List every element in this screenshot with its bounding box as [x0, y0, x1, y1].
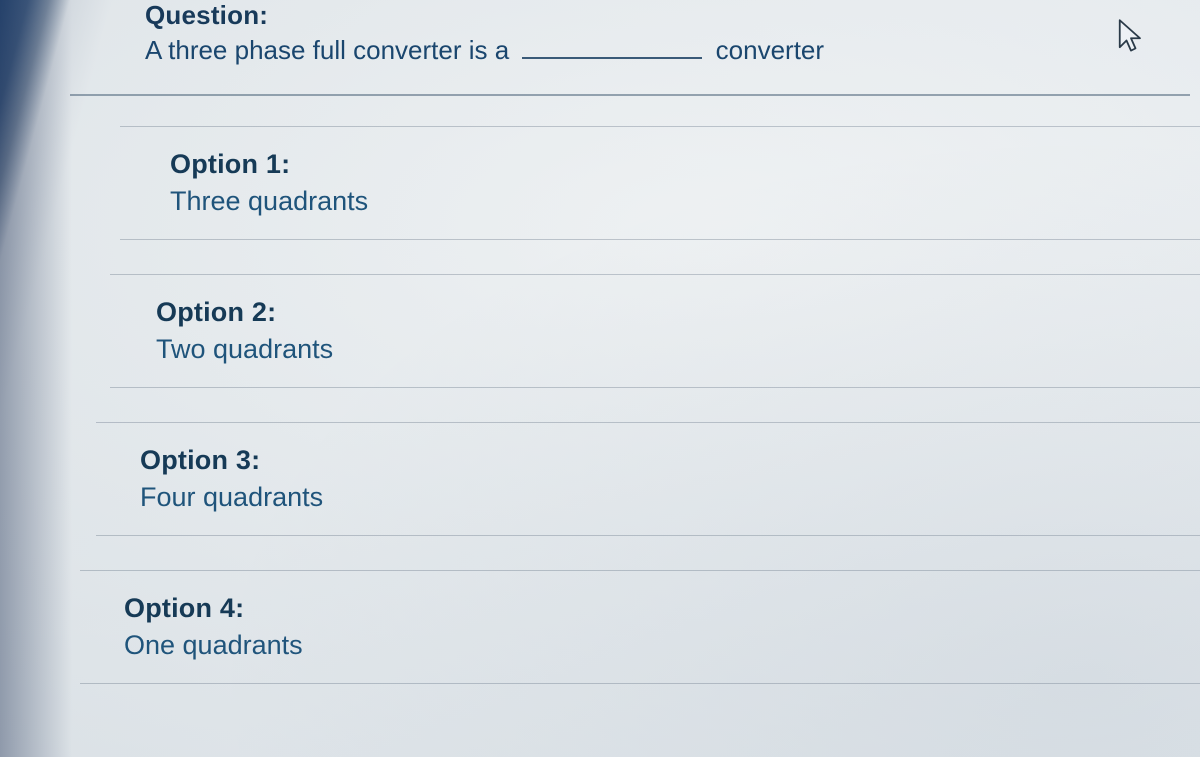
divider [70, 94, 1190, 96]
option-text: Four quadrants [140, 482, 1200, 513]
option-text: Three quadrants [170, 186, 1200, 217]
cursor-icon [1117, 18, 1145, 54]
option-3[interactable]: Option 3: Four quadrants [96, 422, 1200, 536]
option-text: One quadrants [124, 630, 1200, 661]
options-list: Option 1: Three quadrants Option 2: Two … [0, 126, 1200, 684]
option-2[interactable]: Option 2: Two quadrants [110, 274, 1200, 388]
option-label: Option 3: [140, 445, 1200, 476]
quiz-screen: Question: A three phase full converter i… [0, 0, 1200, 757]
question-text-before: A three phase full converter is a [145, 35, 516, 65]
option-label: Option 2: [156, 297, 1200, 328]
question-text-after: converter [716, 35, 824, 65]
option-text: Two quadrants [156, 334, 1200, 365]
option-4[interactable]: Option 4: One quadrants [80, 570, 1200, 684]
fill-blank [522, 54, 702, 59]
option-label: Option 1: [170, 149, 1200, 180]
question-label: Question: [145, 0, 1200, 31]
option-label: Option 4: [124, 593, 1200, 624]
question-text: A three phase full converter is a conver… [145, 35, 1200, 94]
question-block: Question: A three phase full converter i… [0, 0, 1200, 94]
option-1[interactable]: Option 1: Three quadrants [120, 126, 1200, 240]
